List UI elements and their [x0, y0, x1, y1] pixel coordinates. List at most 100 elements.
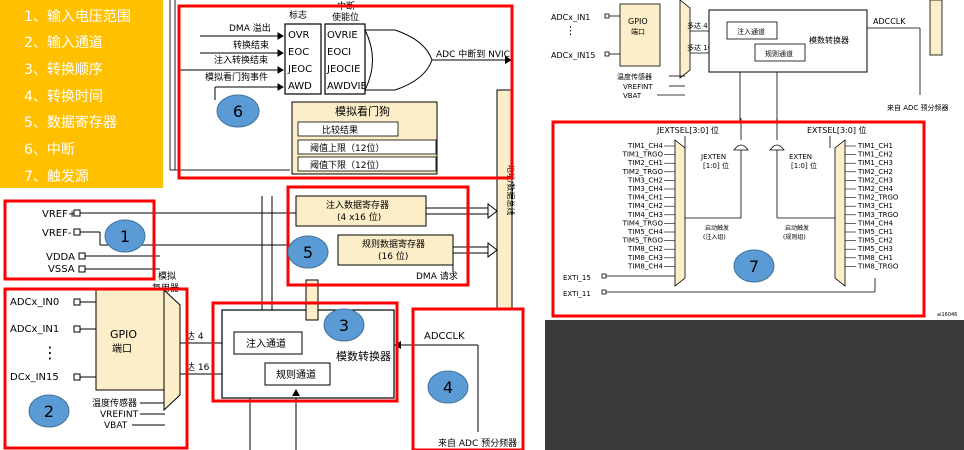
svg-text:1: 1 [120, 227, 130, 246]
upto16-left: 达 16 [186, 361, 210, 373]
enable-header-2: 使能位 [332, 11, 359, 23]
injected-register-label-2: (4 x16 位) [337, 211, 381, 223]
flag-awd: AWD [288, 81, 312, 92]
input-in0: ADCx_IN0 [10, 297, 59, 308]
rt-temp: 温度传感器 [617, 72, 652, 81]
svg-text:2: 2 [44, 402, 54, 421]
injected-trigger-source: TIM4_CH1 [627, 194, 663, 202]
injected-channel-label: 注入通道 [246, 337, 286, 350]
flag-eoc: EOC [288, 47, 309, 58]
regular-trigger-source: TIM3_CH1 [857, 202, 893, 210]
rt-gpio-1: GPIO [628, 17, 648, 26]
regular-trigger-source: TIM8_TRGO [857, 262, 899, 270]
badge-7: 7 [733, 249, 775, 283]
regular-trigger-source: TIM2_CH2 [857, 168, 893, 176]
injected-trigger-source: TIM2_TRGO [622, 168, 664, 176]
jextsel-label: JEXTSEL[3:0] 位 [656, 125, 719, 135]
injected-trigger-source: TIM4_CH2 [627, 202, 663, 210]
injected-trigger-source: TIM5_TRGO [622, 237, 664, 245]
svg-text:⋮: ⋮ [565, 24, 576, 37]
badge-2: 2 [28, 394, 70, 428]
rt-upto4: 多达 4 [687, 21, 708, 30]
enable-ovrie: OVRIE [327, 30, 358, 41]
flag-jeoc: JEOC [287, 64, 312, 75]
adc-block-diagram-right-top: ADCx_IN1 ⋮ ADCx_IN15 GPIO 端口 多达 4 多达 16 … [551, 0, 949, 122]
injected-trigger-source: TIM8_CH3 [627, 254, 663, 262]
injected-trigger-source: TIM3_CH2 [627, 176, 663, 184]
injected-trigger-source: TIM5_CH4 [627, 228, 663, 236]
event-jeoc: 注入转换结束 [214, 54, 268, 66]
regular-channel-label: 规则通道 [276, 368, 316, 381]
vssa-label: VSSA [48, 264, 75, 275]
regular-trigger-source: TIM3_TRGO [857, 211, 899, 219]
input-in15: DCx_IN15 [10, 372, 59, 383]
rt-gpio-2: 端口 [631, 27, 645, 36]
regular-trigger-source: TIM5_CH1 [857, 228, 893, 236]
trigger-source-diagram: JEXTSEL[3:0] 位 EXTSEL[3:0] 位 JEXTEN [1:0… [551, 118, 957, 318]
watchdog-compare: 比较结果 [322, 124, 358, 136]
regular-trigger-source: TIM2_TRGO [857, 194, 899, 202]
badge-3: 3 [323, 308, 365, 342]
dma-request: DMA 请求 [416, 270, 458, 282]
analog-mux-label-1: 模拟 [158, 270, 176, 282]
watchdog-low: 阈值下限（12位） [310, 159, 384, 171]
rt-in15: ADCx_IN15 [551, 51, 595, 60]
vdda-label: VDDA [46, 252, 75, 263]
injected-trigger-source: TIM4_TRGO [622, 219, 664, 227]
reg-trigger-2: (规则组) [783, 233, 806, 241]
rt-vbat: VBAT [623, 92, 642, 100]
adcclk-label: ADCCLK [424, 331, 465, 342]
exten-label: EXTEN [789, 153, 812, 161]
regular-trigger-source: TIM1_CH2 [857, 151, 893, 159]
badge-6: 6 [216, 94, 260, 128]
exti11-label: EXTI_11 [563, 290, 591, 298]
svg-text:6: 6 [233, 102, 243, 121]
injected-trigger-source: TIM3_CH4 [627, 185, 663, 193]
event-awd: 模拟看门狗事件 [205, 71, 268, 83]
svg-text:3: 3 [339, 316, 349, 335]
rt-adcclk: ADCCLK [873, 17, 906, 26]
flag-header: 标志 [289, 9, 307, 21]
regular-trigger-source: TIM1_CH1 [857, 142, 893, 150]
rt-regular: 规则通道 [765, 49, 793, 58]
jexten-label: JEXTEN [700, 153, 726, 161]
interrupt-output: ADC 中断到 NVIC [436, 48, 510, 60]
regular-trigger-source: TIM2_CH4 [857, 185, 893, 193]
gpio-label-2: 端口 [112, 342, 132, 355]
vbat-label: VBAT [104, 421, 128, 431]
badge-5: 5 [287, 235, 329, 269]
dark-panel [545, 320, 964, 450]
enable-eoci: EOCI [327, 47, 351, 58]
extsel-label: EXTSEL[3:0] 位 [807, 125, 867, 135]
flag-ovr: OVR [288, 30, 310, 41]
vref-plus-label: VREF+ [42, 209, 76, 220]
injected-trigger-source: TIM8_CH4 [627, 262, 663, 270]
adc-block-diagram-left: 标志 中断 使能位 OVR EOC JEOC AWD OVRIE EOCI JE… [3, 0, 525, 450]
jexten-bits: [1:0] 位 [703, 161, 729, 170]
analog-multiplexer [163, 288, 181, 412]
regular-trigger-source: TIM5_CH2 [857, 237, 893, 245]
rt-converter: 模数转换器 [809, 35, 849, 45]
injected-trigger-source: TIM1_CH4 [627, 142, 663, 150]
regular-trigger-source: TIM1_CH3 [857, 159, 893, 167]
input-ellipsis: ⋮ [42, 343, 58, 362]
svg-text:7: 7 [749, 257, 759, 276]
rt-injected: 注入通道 [737, 27, 765, 36]
figure-id: ai16046 [937, 312, 957, 318]
converter-name: 模数转换器 [336, 349, 391, 363]
badge-1: 1 [104, 219, 146, 253]
regular-register-label-2: (16 位) [378, 250, 408, 262]
vrefint-label: VREFINT [100, 410, 139, 420]
input-in1: ADCx_IN1 [10, 324, 59, 335]
prescaler-label: 来自 ADC 预分频器 [438, 437, 517, 449]
regular-trigger-source: TIM2_CH3 [857, 176, 893, 184]
upto4-left: 达 4 [186, 330, 204, 342]
enable-awdvie: AWDVIE [327, 81, 367, 92]
regular-trigger-source: TIM4_CH4 [857, 219, 893, 227]
regular-trigger-source: TIM5_CH3 [857, 245, 893, 253]
injected-register-label-1: 注入数据寄存器 [326, 199, 389, 211]
badge-4: 4 [427, 370, 469, 404]
event-dma-overrun: DMA 溢出 [229, 22, 271, 34]
injected-trigger-source: TIM8_CH2 [627, 245, 663, 253]
injected-trigger-source: TIM1_TRGO [622, 151, 664, 159]
